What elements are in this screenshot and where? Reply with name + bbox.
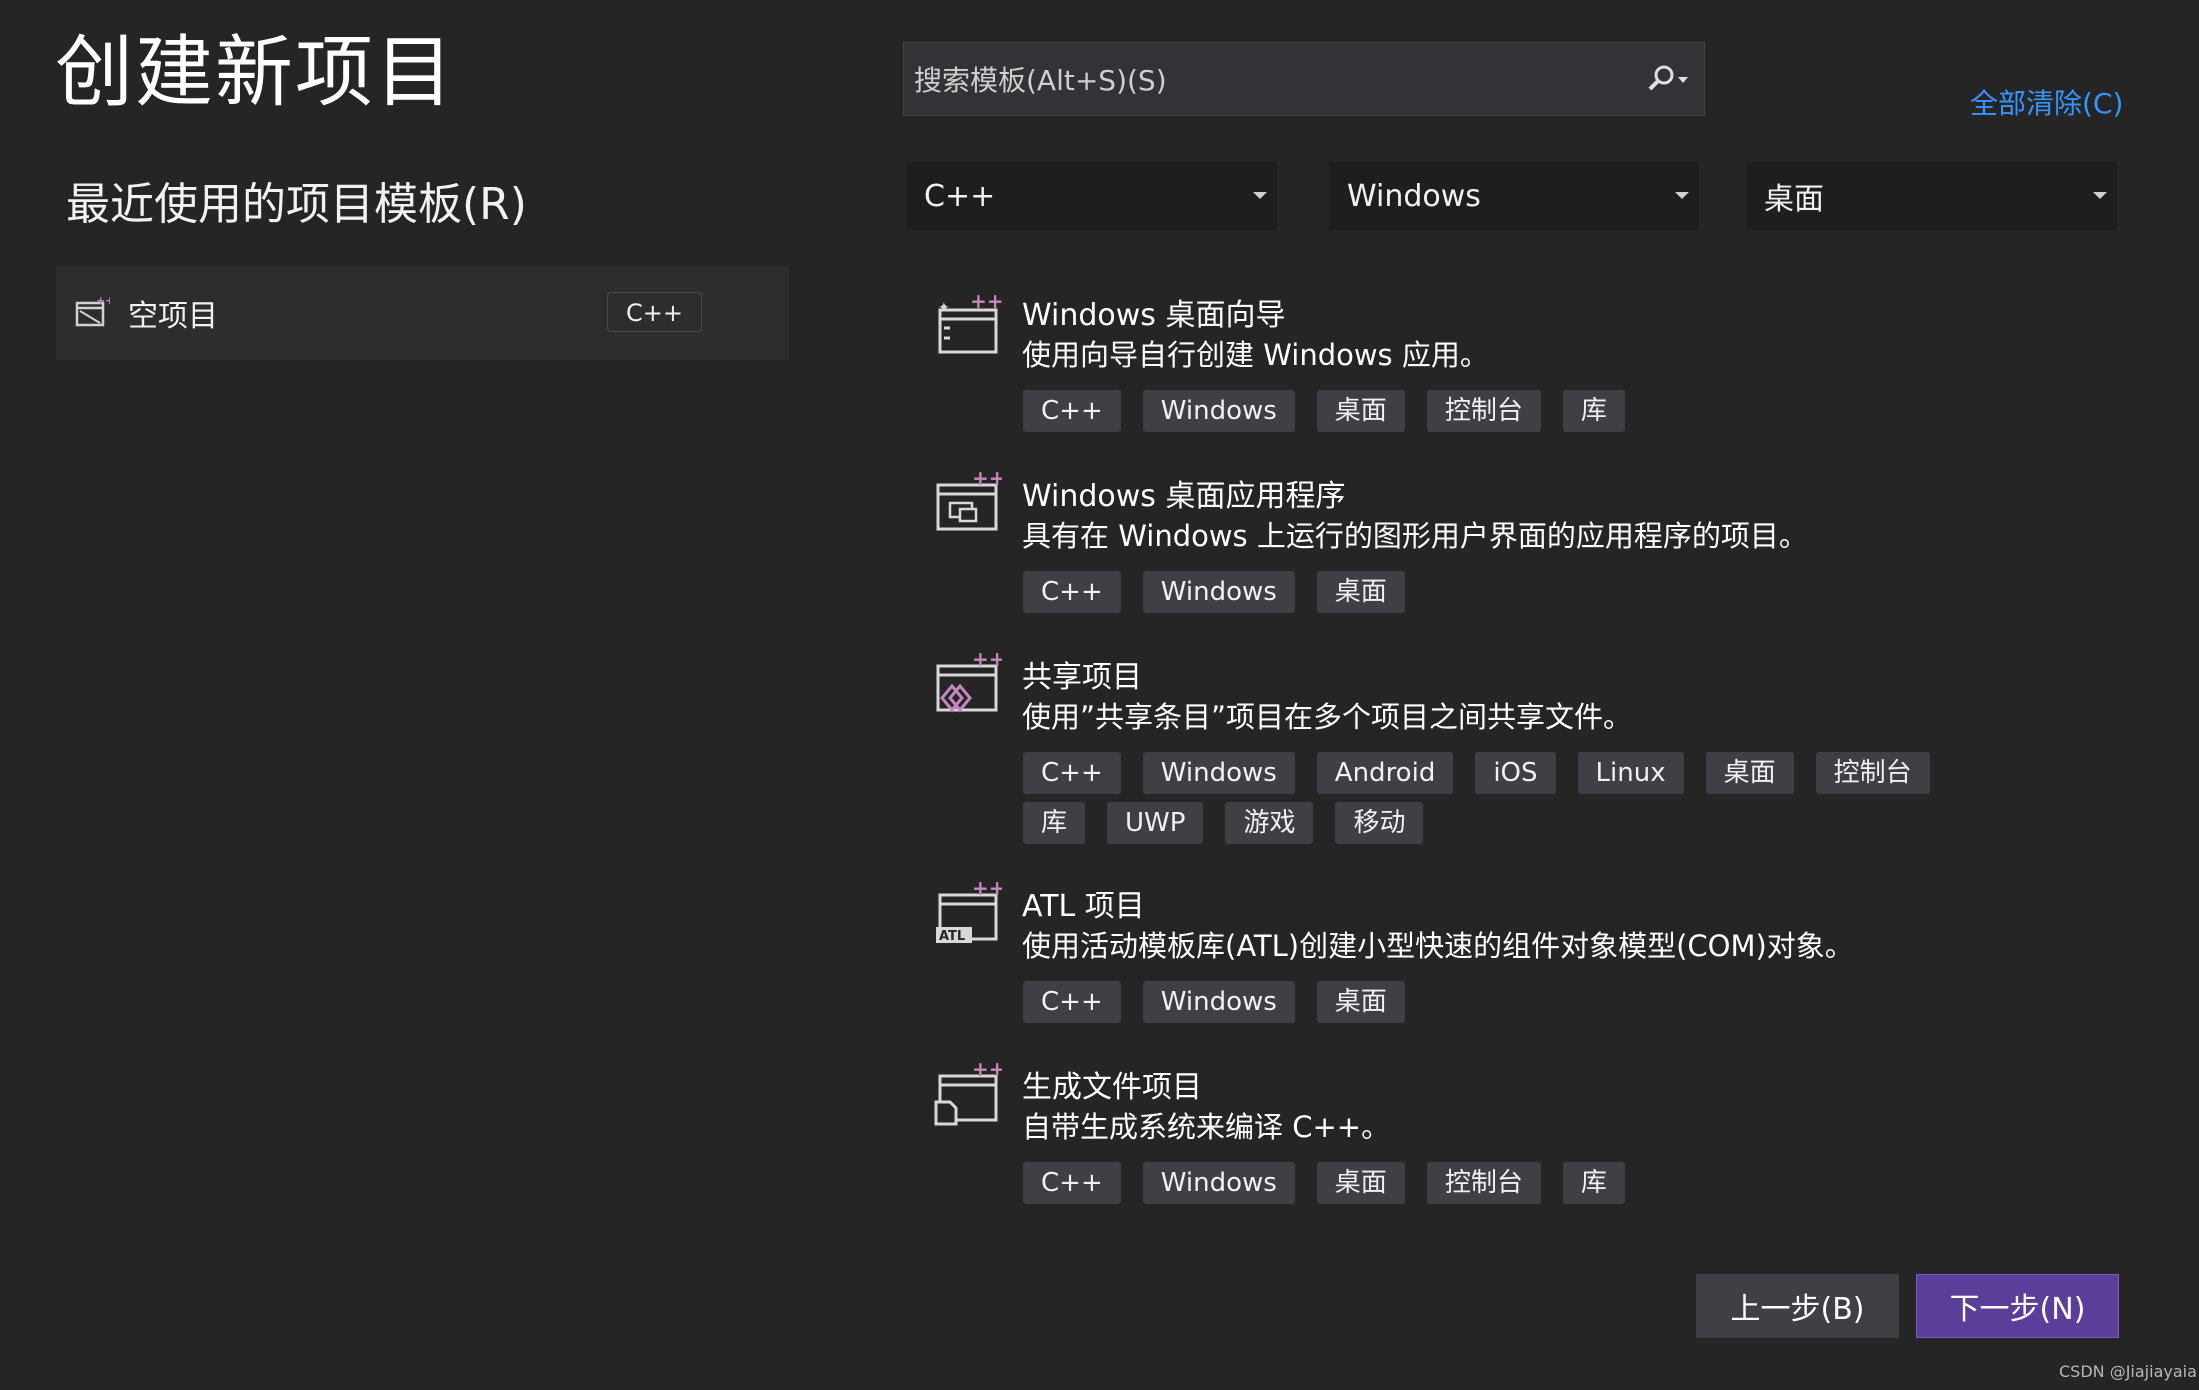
template-tag: iOS — [1475, 752, 1556, 794]
template-description: 具有在 Windows 上运行的图形用户界面的应用程序的项目。 — [1022, 519, 1808, 553]
language-filter-value: C++ — [924, 178, 996, 214]
template-tag: C++ — [1023, 571, 1121, 613]
recent-item-empty-project[interactable]: ++ 空项目 C++ — [56, 266, 789, 360]
chevron-down-icon — [1675, 192, 1689, 199]
svg-text:++: ++ — [972, 652, 1002, 671]
svg-text:++: ++ — [970, 292, 1002, 313]
template-tag: 控制台 — [1426, 390, 1541, 432]
template-description: 自带生成系统来编译 C++。 — [1022, 1110, 1391, 1144]
template-makefile-project[interactable]: ++ 生成文件项目 自带生成系统来编译 C++。 C++ Windows 桌面 … — [930, 1062, 2130, 1212]
template-name: 共享项目 — [1022, 660, 1142, 695]
template-name: 生成文件项目 — [1022, 1070, 1202, 1105]
empty-project-icon: ++ — [75, 295, 110, 327]
svg-text:++: ++ — [972, 881, 1002, 900]
project-type-filter-value: 桌面 — [1764, 182, 1824, 217]
shared-project-icon: ++ — [936, 652, 1002, 713]
template-windows-desktop-app[interactable]: ++ Windows 桌面应用程序 具有在 Windows 上运行的图形用户界面… — [930, 471, 2130, 621]
desktop-app-icon: ++ — [936, 471, 1002, 531]
template-tag: C++ — [1023, 981, 1121, 1023]
template-tag: C++ — [1023, 752, 1121, 794]
desktop-wizard-icon: ✦ ++ — [938, 292, 1002, 354]
template-tag: 桌面 — [1705, 752, 1794, 794]
svg-text:✦: ✦ — [938, 300, 950, 316]
search-options-button[interactable] — [1634, 61, 1694, 99]
makefile-project-icon: ++ — [934, 1062, 1002, 1126]
project-type-filter-dropdown[interactable]: 桌面 — [1746, 162, 2117, 230]
svg-text:++: ++ — [972, 471, 1002, 490]
template-description: 使用活动模板库(ATL)创建小型快速的组件对象模型(COM)对象。 — [1022, 929, 1854, 963]
template-name: ATL 项目 — [1022, 889, 1145, 924]
template-description: 使用”共享条目”项目在多个项目之间共享文件。 — [1022, 700, 1633, 734]
watermark: CSDN @Jiajiayaia — [2059, 1362, 2197, 1381]
clear-all-link[interactable]: 全部清除(C) — [1970, 82, 2123, 122]
atl-project-icon: ATL ++ — [936, 881, 1002, 944]
template-tag: 移动 — [1335, 802, 1424, 844]
chevron-down-icon — [2093, 192, 2107, 199]
template-tag: Windows — [1142, 981, 1295, 1023]
chevron-down-icon — [1253, 192, 1267, 199]
template-shared-project[interactable]: ++ 共享项目 使用”共享条目”项目在多个项目之间共享文件。 C++ Windo… — [930, 652, 2130, 852]
template-description: 使用向导自行创建 Windows 应用。 — [1022, 338, 1489, 372]
template-tag: Android — [1316, 752, 1454, 794]
template-name: Windows 桌面向导 — [1022, 298, 1286, 333]
template-tag: 库 — [1562, 1162, 1625, 1204]
template-tag: C++ — [1023, 390, 1121, 432]
page-title: 创建新项目 — [55, 28, 456, 118]
template-tag: Windows — [1142, 1162, 1295, 1204]
template-tag: Linux — [1577, 752, 1684, 794]
template-tag: 控制台 — [1426, 1162, 1541, 1204]
next-button[interactable]: 下一步(N) — [1916, 1274, 2119, 1338]
template-tag: 控制台 — [1815, 752, 1930, 794]
platform-filter-dropdown[interactable]: Windows — [1329, 162, 1699, 230]
template-tag: Windows — [1142, 752, 1295, 794]
template-tag: C++ — [1023, 1162, 1121, 1204]
recent-templates-heading: 最近使用的项目模板(R) — [66, 179, 527, 230]
search-icon — [1648, 65, 1688, 91]
recent-item-tag: C++ — [607, 292, 702, 332]
language-filter-dropdown[interactable]: C++ — [906, 162, 1277, 230]
template-tag: 桌面 — [1316, 981, 1405, 1023]
template-tag: 桌面 — [1316, 571, 1405, 613]
template-tag: 游戏 — [1225, 802, 1314, 844]
back-button[interactable]: 上一步(B) — [1696, 1274, 1899, 1338]
svg-text:++: ++ — [972, 1062, 1002, 1081]
search-input[interactable] — [904, 43, 1616, 117]
template-tag: 库 — [1562, 390, 1625, 432]
template-tag: Windows — [1142, 390, 1295, 432]
template-name: Windows 桌面应用程序 — [1022, 479, 1346, 514]
svg-text:++: ++ — [96, 295, 110, 307]
template-tag: 桌面 — [1316, 1162, 1405, 1204]
svg-text:ATL: ATL — [939, 929, 965, 944]
template-windows-desktop-wizard[interactable]: ✦ ++ Windows 桌面向导 使用向导自行创建 Windows 应用。 C… — [930, 290, 2130, 440]
platform-filter-value: Windows — [1347, 178, 1481, 214]
recent-item-label: 空项目 — [128, 299, 218, 334]
template-tag: 桌面 — [1316, 390, 1405, 432]
template-tag: 库 — [1023, 802, 1086, 844]
template-tag: UWP — [1107, 802, 1204, 844]
template-atl-project[interactable]: ATL ++ ATL 项目 使用活动模板库(ATL)创建小型快速的组件对象模型(… — [930, 881, 2130, 1031]
search-box[interactable] — [903, 42, 1705, 117]
template-tag: Windows — [1142, 571, 1295, 613]
